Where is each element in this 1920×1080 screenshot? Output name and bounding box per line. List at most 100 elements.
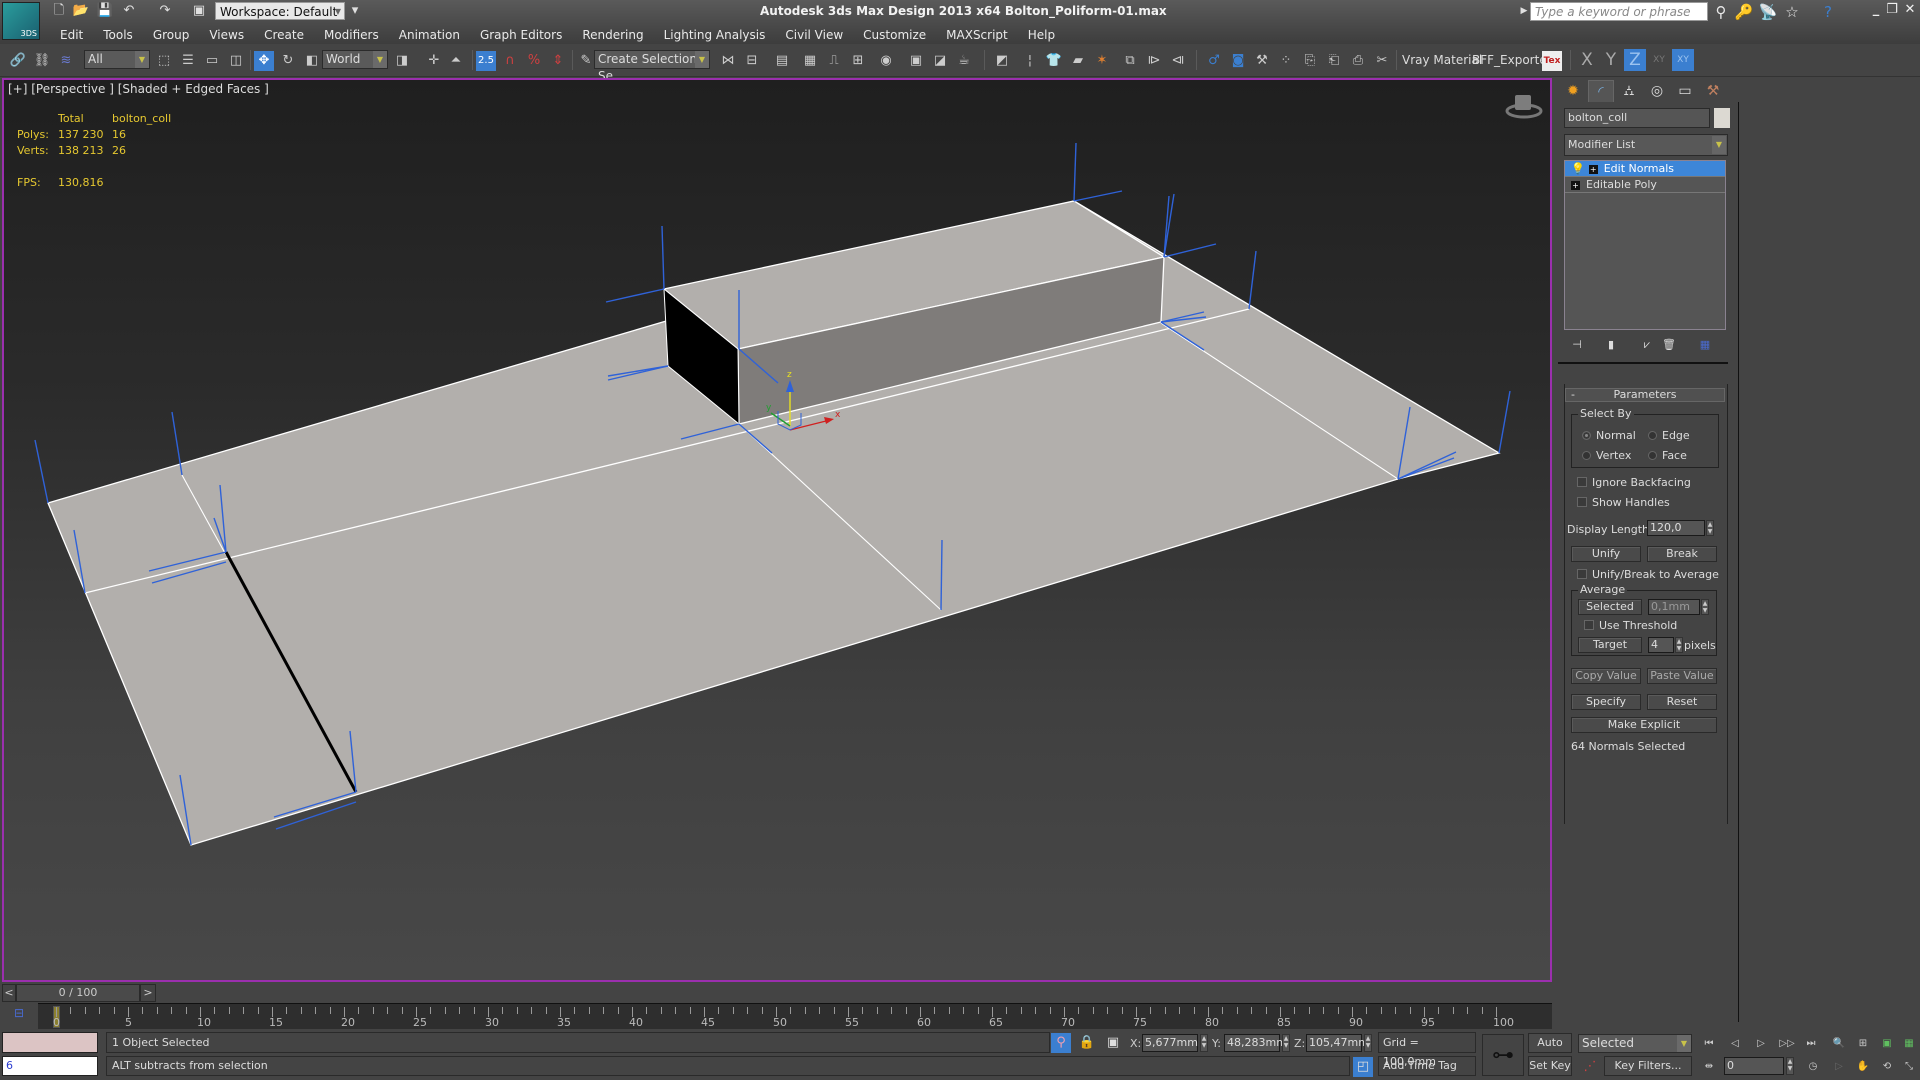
select-by-name-icon[interactable]: ☰ [178, 51, 198, 71]
binoculars-icon[interactable]: ⚲ [1711, 2, 1731, 22]
unify-break-average-checkbox[interactable]: Unify/Break to Average [1577, 568, 1719, 581]
next-key-icon[interactable]: ▷▷ [1778, 1035, 1796, 1053]
target-spinner-icon[interactable]: ▲ ▼ [1675, 637, 1683, 653]
select-and-move-icon[interactable]: ✥ [254, 51, 274, 71]
stack-item-edit-normals[interactable]: 💡 + Edit Normals [1565, 161, 1725, 177]
field-of-view-icon[interactable]: ▷ [1830, 1058, 1848, 1076]
select-and-rotate-icon[interactable]: ↻ [278, 51, 298, 71]
zoom-icon[interactable]: 🔍 [1830, 1035, 1848, 1053]
pin-stack-icon[interactable]: ⊣ [1568, 336, 1586, 354]
current-frame-field[interactable]: 0 [1724, 1057, 1784, 1075]
reference-coordinate-dropdown[interactable]: World ▼ [322, 50, 388, 69]
stack-item-editable-poly[interactable]: + Editable Poly [1565, 177, 1725, 193]
axis-y-button[interactable]: Y [1600, 49, 1622, 71]
percent-snap-icon[interactable]: % [524, 51, 544, 71]
default-tangents-icon[interactable]: ⋰ [1580, 1057, 1600, 1077]
x-coord-field[interactable]: 5,677mm [1142, 1034, 1198, 1052]
pivot-center-icon[interactable]: ◨ [392, 51, 412, 71]
pan-view-icon[interactable]: ✋ [1854, 1058, 1872, 1076]
redo-icon[interactable]: ↷ [156, 3, 174, 19]
set-key-button[interactable]: Set Key [1528, 1056, 1572, 1076]
vray-material-button[interactable]: Vray Material [1402, 53, 1482, 67]
specify-button[interactable]: Specify [1571, 694, 1641, 710]
make-unique-icon[interactable]: ⩗ [1638, 336, 1656, 354]
bff-exporter-button[interactable]: BFF_Exporter [1472, 53, 1552, 67]
add-time-tag-button[interactable]: Add Time Tag [1378, 1056, 1476, 1076]
axis-z-button[interactable]: Z [1624, 49, 1646, 71]
application-menu-button[interactable]: 3DS [2, 2, 40, 40]
threshold-spinner-icon[interactable]: ▲ ▼ [1701, 599, 1709, 615]
threshold-field[interactable]: 0,1mm [1648, 599, 1700, 615]
orbit-icon[interactable]: ⟲ [1878, 1058, 1896, 1076]
keyboard-shortcut-override-icon[interactable]: ⏶ [446, 51, 466, 71]
workspace-dropdown[interactable]: Workspace: Default ▼ [215, 2, 345, 20]
next-frame-button[interactable]: > [140, 984, 156, 1002]
mini-curve-editor-icon[interactable]: ⊟ [10, 1006, 28, 1024]
satellite-icon[interactable]: 📡 [1758, 2, 1778, 22]
time-slider[interactable]: < 0 / 100 > [0, 984, 1552, 1002]
modify-tab-icon[interactable]: ◜ [1588, 80, 1614, 102]
axis-xy-button[interactable]: XY [1648, 49, 1670, 71]
menu-tools[interactable]: Tools [93, 26, 143, 44]
isolate-selection-icon[interactable]: ⚲ [1051, 1033, 1071, 1053]
vray-frame-buffer-icon[interactable]: ◩ [992, 51, 1012, 71]
favorites-star-icon[interactable]: ☆ [1782, 2, 1802, 22]
key-filters-button[interactable]: Key Filters... [1604, 1056, 1692, 1076]
minimize-button[interactable]: _ [1868, 2, 1884, 20]
scissors-icon[interactable]: ✂ [1372, 51, 1392, 71]
radio-edge[interactable]: Edge [1648, 429, 1690, 442]
break-button[interactable]: Break [1647, 546, 1717, 562]
previous-frame-button[interactable]: < [2, 984, 16, 1002]
unlink-selection-icon[interactable]: ⛓ [32, 51, 52, 71]
menu-civil-view[interactable]: Civil View [775, 26, 853, 44]
script-run-icon[interactable]: ♂ [1204, 51, 1224, 71]
make-explicit-button[interactable]: Make Explicit [1571, 717, 1717, 733]
clipboard-copy-icon[interactable]: ⎘ [1300, 51, 1320, 71]
open-file-icon[interactable]: 📂 [72, 3, 90, 19]
angle-snap-icon[interactable]: ∩ [500, 51, 520, 71]
menu-animation[interactable]: Animation [389, 26, 470, 44]
object-color-swatch[interactable] [1714, 108, 1730, 128]
object-name-field[interactable]: bolton_coll [1564, 108, 1710, 128]
utilities-tab-icon[interactable]: ⚒ [1700, 80, 1726, 102]
copy-value-button[interactable]: Copy Value [1571, 668, 1641, 684]
unify-button[interactable]: Unify [1571, 546, 1641, 562]
expand-plus-icon[interactable]: + [1588, 164, 1598, 174]
spinner-snap-icon[interactable]: ⇕ [548, 51, 568, 71]
time-configuration-icon[interactable]: ◷ [1804, 1058, 1822, 1076]
scene-explorer-icon[interactable]: ▦ [800, 51, 820, 71]
remove-modifier-icon[interactable]: 🗑 [1660, 336, 1678, 354]
perspective-viewport[interactable]: [+] [Perspective ] [Shaded + Edged Faces… [2, 78, 1552, 982]
clipboard-paste-icon[interactable]: ⎗ [1324, 51, 1344, 71]
absolute-relative-mode-icon[interactable]: ▣ [1103, 1033, 1123, 1053]
search-input[interactable]: Type a keyword or phrase [1530, 2, 1708, 21]
bind-to-space-warp-icon[interactable]: ≋ [56, 51, 76, 71]
reset-button[interactable]: Reset [1647, 694, 1717, 710]
edit-named-selection-icon[interactable]: ✎ [576, 51, 596, 71]
menu-customize[interactable]: Customize [853, 26, 936, 44]
select-object-icon[interactable]: ⬚ [154, 51, 174, 71]
shirt-icon[interactable]: 👕 [1044, 51, 1064, 71]
motion-tab-icon[interactable]: ◎ [1644, 80, 1670, 102]
render-region-icon[interactable]: ⧉ [1120, 51, 1140, 71]
menu-graph-editors[interactable]: Graph Editors [470, 26, 572, 44]
restore-button[interactable]: ❐ [1884, 2, 1900, 20]
ignore-backfacing-checkbox[interactable]: Ignore Backfacing [1577, 476, 1691, 489]
zoom-extents-all-icon[interactable]: ▦ [1900, 1035, 1918, 1053]
align-icon[interactable]: ⊟ [742, 51, 762, 71]
menu-lighting-analysis[interactable]: Lighting Analysis [654, 26, 776, 44]
render-last-icon[interactable]: ⧏ [1168, 51, 1188, 71]
viewcube-icon[interactable] [1504, 90, 1544, 120]
previous-key-icon[interactable]: ◁ [1726, 1035, 1744, 1053]
radio-face[interactable]: Face [1648, 449, 1687, 462]
adaptive-degradation-icon[interactable]: ◰ [1353, 1057, 1373, 1077]
average-selected-button[interactable]: Selected [1578, 599, 1642, 615]
modifier-list-dropdown[interactable]: Modifier List ▼ [1564, 134, 1728, 156]
clipboard-icon[interactable]: ⎙ [1348, 51, 1368, 71]
zoom-all-icon[interactable]: ⊞ [1854, 1035, 1872, 1053]
display-tab-icon[interactable]: ▭ [1672, 80, 1698, 102]
select-manipulate-icon[interactable]: ✛ [424, 51, 444, 71]
radio-normal[interactable]: Normal [1582, 429, 1636, 442]
menu-create[interactable]: Create [254, 26, 314, 44]
maxscript-listener-input[interactable]: 6 [2, 1056, 98, 1076]
